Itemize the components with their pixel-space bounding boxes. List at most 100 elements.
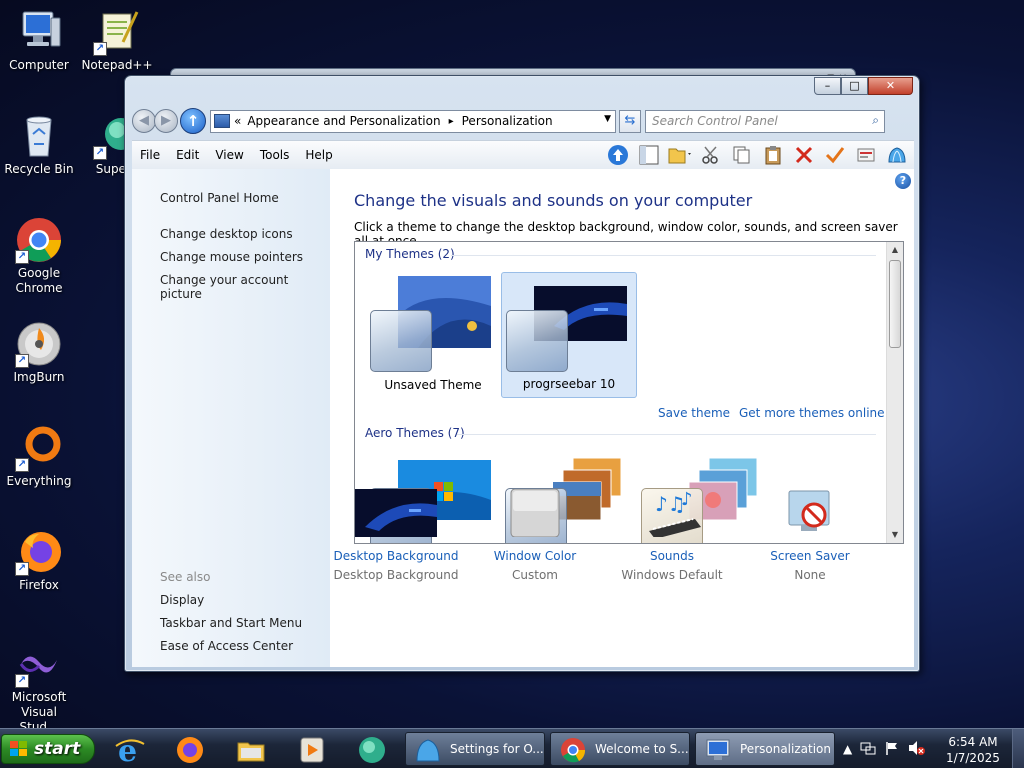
- theme-progrseebar[interactable]: progrseebar 10: [501, 272, 637, 398]
- back-button[interactable]: ◀: [132, 109, 156, 133]
- scrollbar-thumb[interactable]: [889, 260, 901, 348]
- window-color-setting[interactable]: Window Color Custom: [470, 488, 600, 582]
- checkmark-icon[interactable]: [822, 143, 848, 167]
- address-dropdown-icon[interactable]: ▼: [604, 114, 611, 124]
- clock[interactable]: 6:54 AM 1/7/2025: [940, 734, 1006, 766]
- change-mouse-pointers-link[interactable]: Change mouse pointers: [160, 250, 303, 264]
- desktop-icon-label: Firefox: [19, 578, 59, 592]
- my-themes-heading[interactable]: My Themes (2): [365, 247, 455, 261]
- theme-name: Unsaved Theme: [384, 378, 482, 392]
- scroll-up-icon[interactable]: ▲: [887, 242, 903, 258]
- control-panel-home-link[interactable]: Control Panel Home: [160, 191, 279, 205]
- address-bar[interactable]: « Appearance and Personalization ▸ Perso…: [210, 109, 616, 133]
- taskbar-task-chrome[interactable]: Welcome to S...: [550, 732, 690, 766]
- taskbar-media-icon[interactable]: [290, 732, 334, 768]
- delete-icon[interactable]: [791, 143, 817, 167]
- computer-icon: [15, 8, 63, 56]
- desktop-icon-notepadpp[interactable]: ↗ Notepad++: [78, 8, 156, 73]
- screen-saver-setting[interactable]: Screen Saver None: [745, 489, 875, 582]
- chrome-icon: ↗: [15, 216, 63, 264]
- network-icon[interactable]: [860, 740, 876, 759]
- properties-icon[interactable]: [853, 143, 879, 167]
- menu-file[interactable]: File: [132, 148, 168, 162]
- breadcrumb-appearance[interactable]: Appearance and Personalization: [247, 114, 440, 128]
- theme-unsaved[interactable]: Unsaved Theme: [365, 272, 501, 398]
- menu-edit[interactable]: Edit: [168, 148, 207, 162]
- taskbar-task-settings[interactable]: Settings for O...: [405, 732, 545, 766]
- desktop-icon-label: Recycle Bin: [4, 162, 74, 176]
- desktop-icon-label: Notepad++: [81, 58, 153, 72]
- show-desktop-button[interactable]: [1012, 729, 1024, 768]
- taskbar: start e Settings for O... Welcome to S..…: [0, 728, 1024, 768]
- paste-icon[interactable]: [760, 143, 786, 167]
- forward-button[interactable]: ▶: [154, 109, 178, 133]
- save-theme-link[interactable]: Save theme: [658, 406, 730, 420]
- shell-icon: [416, 739, 440, 762]
- theme-list-scrollbar[interactable]: ▲ ▼: [886, 242, 903, 543]
- sounds-setting[interactable]: ♪♫ ♪ Sounds Windows Default: [607, 489, 737, 582]
- see-also-heading: See also: [160, 570, 211, 584]
- desktop-background-label[interactable]: Desktop Background: [331, 549, 461, 563]
- search-input[interactable]: Search Control Panel ⌕: [645, 109, 885, 133]
- theme-color-swatch: [370, 310, 432, 372]
- shortcut-arrow-icon: ↗: [15, 458, 29, 472]
- shell-icon[interactable]: [884, 143, 910, 167]
- taskbar-task-personalization[interactable]: Personalization: [695, 732, 835, 766]
- everything-icon: ↗: [15, 424, 63, 472]
- up-button[interactable]: ↑: [180, 108, 206, 134]
- scroll-down-icon[interactable]: ▼: [887, 527, 903, 543]
- shortcut-arrow-icon: ↗: [15, 674, 29, 688]
- panes-icon[interactable]: [636, 143, 662, 167]
- svg-text:♪: ♪: [681, 489, 693, 510]
- system-tray: ▲: [843, 729, 934, 768]
- action-center-flag-icon[interactable]: [884, 740, 900, 759]
- change-account-picture-link[interactable]: Change your account picture: [160, 273, 330, 301]
- window-color-label[interactable]: Window Color: [470, 549, 600, 563]
- up-folder-icon[interactable]: [605, 143, 631, 167]
- sounds-icon: ♪♫ ♪: [631, 489, 713, 539]
- desktop-icon-recycle-bin[interactable]: Recycle Bin: [0, 112, 78, 177]
- cut-icon[interactable]: [698, 143, 724, 167]
- windows-logo-icon: [10, 741, 27, 756]
- desktop-icon-label: ImgBurn: [13, 370, 65, 384]
- address-overflow[interactable]: «: [234, 114, 241, 128]
- menu-help[interactable]: Help: [297, 148, 340, 162]
- taskbar-explorer-icon[interactable]: [229, 732, 273, 768]
- taskbar-supern-icon[interactable]: [350, 732, 394, 768]
- menu-tools[interactable]: Tools: [252, 148, 298, 162]
- maximize-button[interactable]: □: [841, 77, 868, 95]
- ease-of-access-link[interactable]: Ease of Access Center: [160, 639, 293, 653]
- desktop-icon-firefox[interactable]: ↗ Firefox: [0, 528, 78, 593]
- desktop-icon-label: Computer: [9, 58, 69, 72]
- desktop-icon-visual-studio[interactable]: ↗ Microsoft Visual Stud...: [0, 640, 78, 735]
- taskbar-firefox-icon[interactable]: [168, 732, 212, 768]
- help-icon[interactable]: ?: [895, 173, 911, 189]
- close-button[interactable]: ✕: [868, 77, 913, 95]
- display-link[interactable]: Display: [160, 593, 204, 607]
- menu-bar: File Edit View Tools Help: [132, 140, 914, 169]
- shortcut-arrow-icon: ↗: [93, 42, 107, 56]
- copy-icon[interactable]: [729, 143, 755, 167]
- desktop-background-setting[interactable]: Desktop Background Desktop Background: [331, 489, 461, 582]
- start-button[interactable]: start: [1, 734, 95, 764]
- breadcrumb-personalization[interactable]: Personalization: [462, 114, 553, 128]
- desktop-icon-chrome[interactable]: ↗ Google Chrome: [0, 216, 78, 296]
- tray-expand-icon[interactable]: ▲: [843, 742, 852, 756]
- desktop-icon-imgburn[interactable]: ↗ ImgBurn: [0, 320, 78, 385]
- sounds-label[interactable]: Sounds: [607, 549, 737, 563]
- aero-themes-heading[interactable]: Aero Themes (7): [365, 426, 465, 440]
- taskbar-start-menu-link[interactable]: Taskbar and Start Menu: [160, 616, 302, 630]
- breadcrumb-separator-icon[interactable]: ▸: [449, 116, 454, 127]
- get-more-themes-link[interactable]: Get more themes online: [739, 406, 885, 420]
- volume-muted-icon[interactable]: [908, 740, 926, 759]
- refresh-button[interactable]: ⇆: [619, 109, 641, 133]
- search-icon[interactable]: ⌕: [872, 113, 879, 128]
- minimize-button[interactable]: –: [814, 77, 841, 95]
- desktop-icon-everything[interactable]: ↗ Everything: [0, 424, 78, 489]
- change-desktop-icons-link[interactable]: Change desktop icons: [160, 227, 293, 241]
- taskbar-ie-icon[interactable]: e: [108, 732, 152, 768]
- screen-saver-label[interactable]: Screen Saver: [745, 549, 875, 563]
- folder-options-icon[interactable]: [667, 143, 693, 167]
- desktop-icon-computer[interactable]: Computer: [0, 8, 78, 73]
- menu-view[interactable]: View: [207, 148, 251, 162]
